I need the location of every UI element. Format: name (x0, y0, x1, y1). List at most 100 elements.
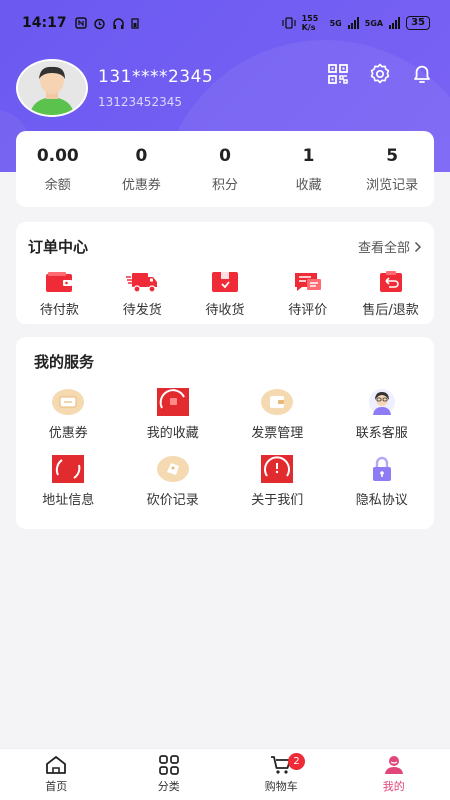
stat-value: 0 (135, 145, 148, 166)
stat-value: 0 (219, 145, 231, 166)
tab-label: 购物车 (264, 780, 298, 793)
tab-cart[interactable]: 购物车 2 (225, 749, 338, 800)
stat-label: 积分 (211, 177, 238, 193)
service-coupons[interactable]: 优惠券 (16, 388, 121, 441)
service-address[interactable]: 地址信息 (16, 455, 121, 508)
service-label: 关于我们 (251, 493, 304, 508)
cart-badge: 2 (288, 753, 305, 770)
network-type: 5G (329, 18, 342, 28)
status-bar: 14:17 155 K/s 5G 5GA 35 (0, 0, 450, 46)
headphones-icon (112, 17, 124, 29)
see-all-label: 查看全部 (357, 241, 410, 256)
home-icon (46, 756, 67, 774)
wallet-icon (46, 272, 73, 292)
service-customer-support[interactable]: 联系客服 (330, 388, 435, 441)
refund-icon (379, 271, 402, 292)
order-after-sales[interactable]: 售后/退款 (349, 271, 432, 318)
order-item-label: 售后/退款 (362, 303, 419, 318)
stat-favorites[interactable]: 1 收藏 (267, 146, 351, 193)
tab-label: 我的 (382, 780, 405, 793)
avatar[interactable] (16, 59, 88, 117)
tab-label: 首页 (45, 780, 68, 793)
service-favorites[interactable]: 我的收藏 (121, 388, 226, 441)
stat-label: 优惠券 (121, 177, 161, 193)
coupon-icon (52, 389, 85, 415)
service-label: 我的收藏 (146, 426, 199, 441)
service-label: 砍价记录 (146, 493, 199, 508)
bargain-icon (156, 456, 189, 482)
nfc-icon (74, 17, 87, 29)
box-icon (211, 272, 238, 292)
tab-label: 分类 (157, 780, 180, 793)
stat-balance[interactable]: 0.00 余额 (16, 146, 100, 193)
order-pending-payment[interactable]: 待付款 (18, 271, 101, 318)
favorites-icon (156, 388, 189, 416)
qrcode-icon[interactable] (326, 62, 350, 86)
alarm-icon (93, 18, 105, 29)
order-center-card: 订单中心 查看全部 待付款 待发货 待收货 待评价 售后/退款 (16, 222, 434, 324)
chevron-right-icon (414, 241, 422, 252)
stat-coupons[interactable]: 0 优惠券 (100, 146, 184, 193)
address-icon (52, 455, 85, 483)
order-pending-receipt[interactable]: 待收货 (184, 271, 267, 318)
signal-icon-2 (389, 17, 401, 29)
stats-card: 0.00 余额 0 优惠券 0 积分 1 收藏 5 浏览记录 (16, 131, 434, 207)
order-item-label: 待付款 (39, 303, 79, 318)
order-pending-shipment[interactable]: 待发货 (101, 271, 184, 318)
tab-mine[interactable]: 我的 (338, 749, 450, 800)
see-all-orders-link[interactable]: 查看全部 (358, 237, 422, 256)
lock-icon (372, 456, 391, 481)
user-info: 131****2345 13123452345 (98, 67, 213, 109)
settings-gear-icon[interactable] (368, 62, 392, 86)
stat-value: 5 (386, 145, 399, 166)
battery-indicator: 35 (406, 16, 430, 30)
tab-category[interactable]: 分类 (113, 749, 226, 800)
service-privacy[interactable]: 隐私协议 (330, 455, 435, 508)
avatar-person-icon (18, 61, 86, 115)
vibrate-icon (282, 17, 296, 29)
customer-service-icon (368, 389, 395, 415)
my-services-title: 我的服务 (34, 353, 95, 371)
service-label: 优惠券 (48, 426, 88, 441)
network-speed: 155 K/s (301, 14, 319, 32)
category-icon (158, 755, 179, 775)
service-invoice[interactable]: 发票管理 (225, 388, 330, 441)
stat-points[interactable]: 0 积分 (183, 146, 267, 193)
service-label: 发票管理 (251, 426, 304, 441)
tab-home[interactable]: 首页 (0, 749, 113, 800)
stat-history[interactable]: 5 浏览记录 (350, 146, 434, 193)
signal-icon (347, 17, 359, 29)
about-icon (261, 455, 294, 483)
service-label: 隐私协议 (355, 493, 408, 508)
service-about-us[interactable]: 关于我们 (225, 455, 330, 508)
stat-label: 浏览记录 (366, 177, 419, 193)
network-type-2: 5GA (364, 18, 384, 28)
bottom-tab-bar: 首页 分类 购物车 2 我的 (0, 748, 450, 800)
order-item-label: 待发货 (122, 303, 162, 318)
comment-icon (294, 273, 321, 291)
my-services-card: 我的服务 优惠券 我的收藏 发票管理 联系客服 地址信息 砍价记录 关于我们 隐… (16, 337, 434, 529)
stat-value: 1 (302, 145, 315, 166)
status-left-icons (74, 17, 139, 30)
stat-value: 0.00 (36, 145, 79, 166)
order-pending-review[interactable]: 待评价 (266, 271, 349, 318)
service-label: 联系客服 (355, 426, 408, 441)
services-grid: 优惠券 我的收藏 发票管理 联系客服 地址信息 砍价记录 关于我们 隐私协议 (16, 388, 434, 508)
profile-icon (384, 756, 403, 774)
order-status-row: 待付款 待发货 待收货 待评价 售后/退款 (16, 271, 434, 318)
order-center-title: 订单中心 (28, 238, 89, 256)
invoice-icon (261, 389, 294, 415)
order-item-label: 待评价 (288, 303, 328, 318)
top-actions (326, 62, 434, 86)
truck-icon (126, 273, 158, 293)
status-time: 14:17 (22, 15, 67, 31)
order-item-label: 待收货 (205, 303, 245, 318)
status-right-icons: 155 K/s 5G 5GA 35 (282, 14, 430, 32)
user-name: 131****2345 (98, 67, 214, 87)
stat-label: 余额 (44, 177, 71, 193)
order-center-header: 订单中心 查看全部 (16, 222, 434, 257)
bell-icon[interactable] (410, 62, 434, 86)
stat-label: 收藏 (295, 177, 322, 193)
service-bargain-records[interactable]: 砍价记录 (121, 455, 226, 508)
user-phone: 13123452345 (98, 95, 182, 109)
